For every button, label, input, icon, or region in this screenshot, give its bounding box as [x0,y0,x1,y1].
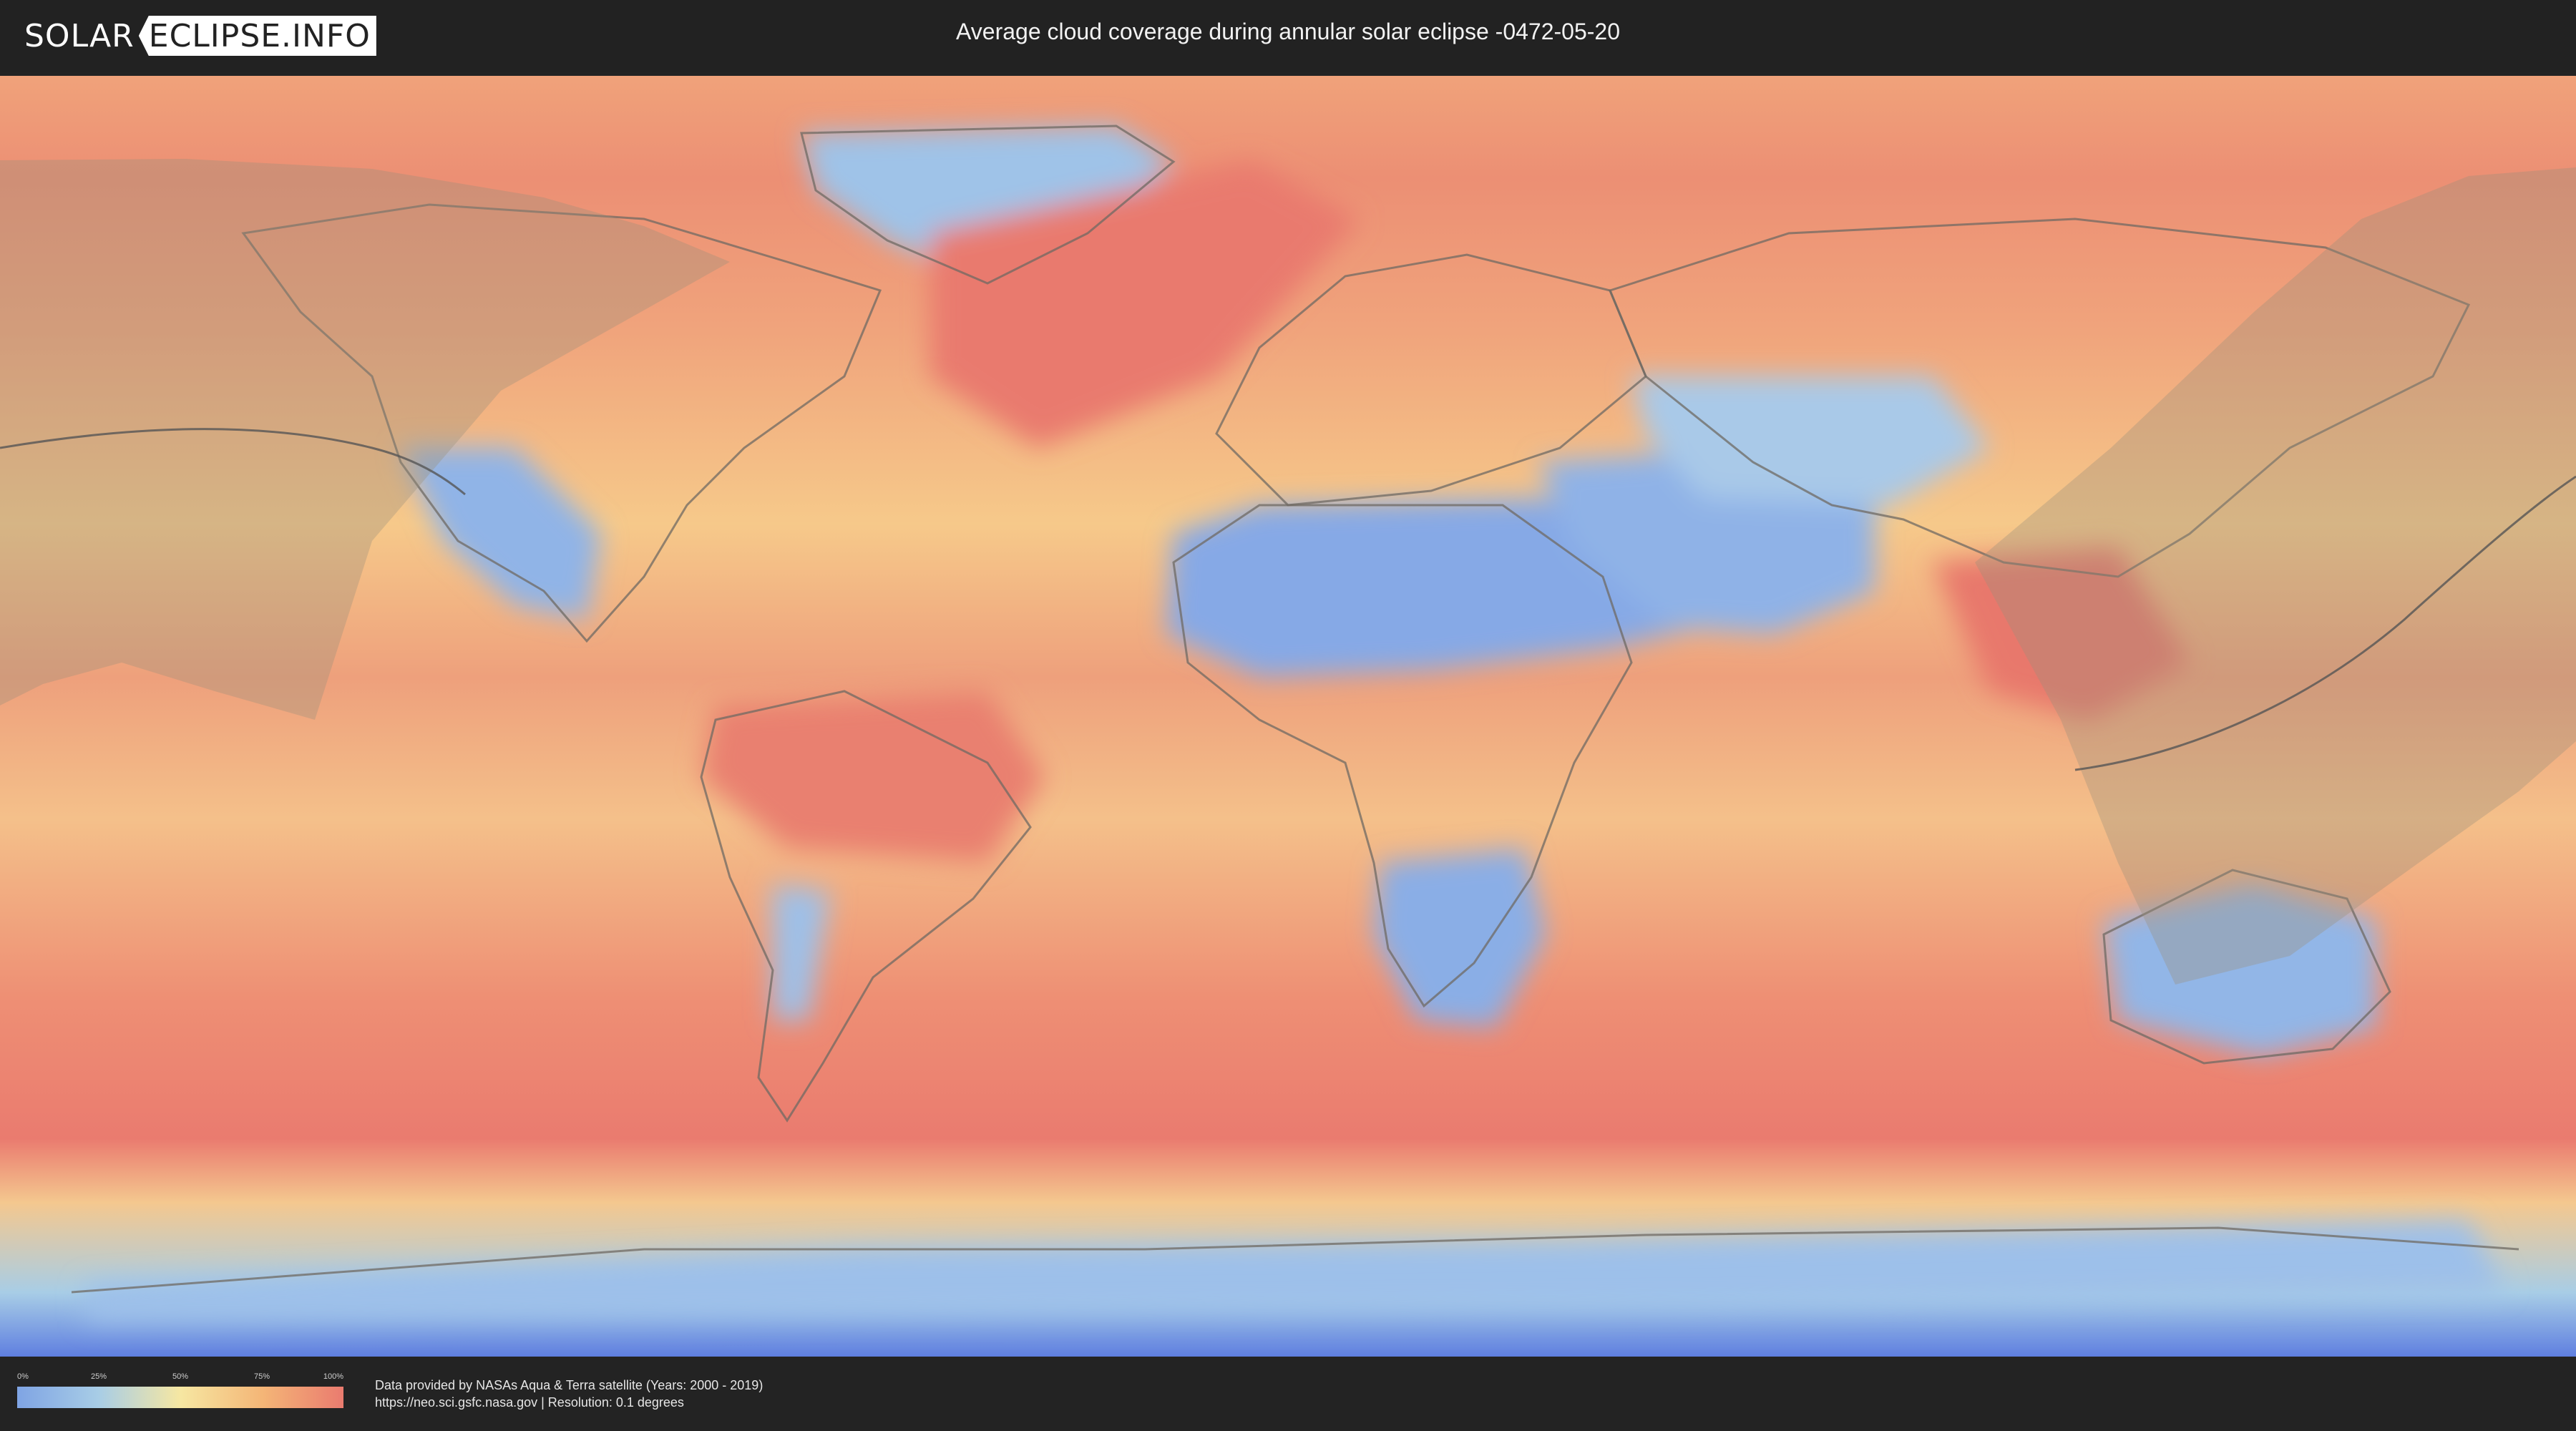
legend-gradient-bar [17,1387,343,1408]
header-bar: SOLAR ECLIPSE.INFO Average cloud coverag… [0,0,2576,72]
data-credits: Data provided by NASAs Aqua & Terra sate… [375,1377,763,1411]
footer-bar: 0% 25% 50% 75% 100% Data provided by NAS… [0,1357,2576,1431]
legend-tick-50: 50% [172,1372,189,1381]
legend-tick-75: 75% [253,1372,270,1381]
color-scale-legend: 0% 25% 50% 75% 100% [17,1372,343,1410]
cloud-coverage-map [0,76,2576,1357]
legend-ticks: 0% 25% 50% 75% 100% [17,1372,343,1384]
legend-tick-100: 100% [323,1372,343,1381]
page-title: Average cloud coverage during annular so… [956,19,1620,44]
legend-tick-0: 0% [17,1372,29,1381]
legend-tick-25: 25% [90,1372,107,1381]
credit-line-url[interactable]: https://neo.sci.gsfc.nasa.gov | Resoluti… [375,1394,763,1411]
world-map-svg [0,76,2576,1357]
credit-line-source: Data provided by NASAs Aqua & Terra sate… [375,1378,763,1392]
